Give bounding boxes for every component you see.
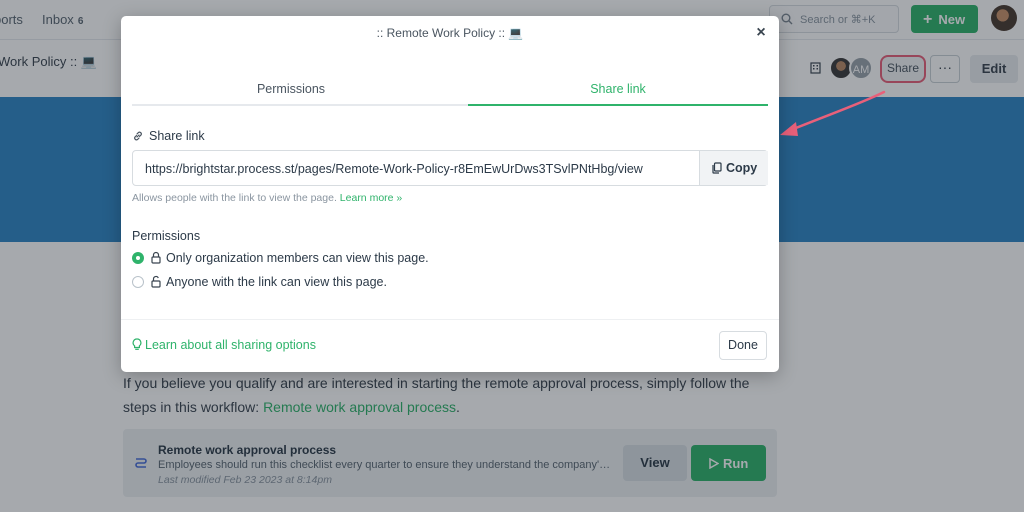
share-link-label: Share link [132, 129, 205, 143]
unlock-icon [151, 275, 161, 288]
radio-unselected[interactable] [132, 276, 144, 288]
learn-more-link[interactable]: Learn more » [340, 192, 402, 204]
copy-button[interactable]: Copy [699, 151, 768, 185]
modal-footer-divider [121, 319, 779, 320]
permission-option-label: Only organization members can view this … [166, 251, 429, 265]
link-icon [134, 131, 142, 141]
share-link-input[interactable]: https://brightstar.process.st/pages/Remo… [132, 150, 768, 186]
copy-button-label: Copy [726, 161, 758, 175]
lightbulb-icon [132, 338, 142, 350]
share-link-help-text: Allows people with the link to view the … [132, 192, 337, 204]
active-tab-indicator [468, 104, 768, 106]
share-modal: :: Remote Work Policy :: 💻 × Permissions… [121, 16, 779, 372]
sharing-options-link-label: Learn about all sharing options [145, 338, 316, 352]
done-button[interactable]: Done [719, 331, 767, 360]
sharing-options-link[interactable]: Learn about all sharing options [132, 338, 316, 352]
share-link-label-text: Share link [149, 129, 205, 143]
annotation-arrow-icon [780, 90, 886, 136]
modal-tabs: Permissions Share link [132, 79, 768, 106]
radio-selected[interactable] [132, 252, 144, 264]
close-icon[interactable]: × [751, 24, 771, 44]
share-link-help: Allows people with the link to view the … [132, 192, 402, 204]
tab-permissions[interactable]: Permissions [132, 82, 450, 109]
copy-icon [712, 162, 722, 174]
permission-option-label: Anyone with the link can view this page. [166, 275, 387, 289]
lock-icon [151, 251, 161, 264]
modal-title: :: Remote Work Policy :: 💻 [376, 26, 524, 40]
share-link-url: https://brightstar.process.st/pages/Remo… [145, 162, 643, 176]
permissions-label: Permissions [132, 229, 201, 243]
